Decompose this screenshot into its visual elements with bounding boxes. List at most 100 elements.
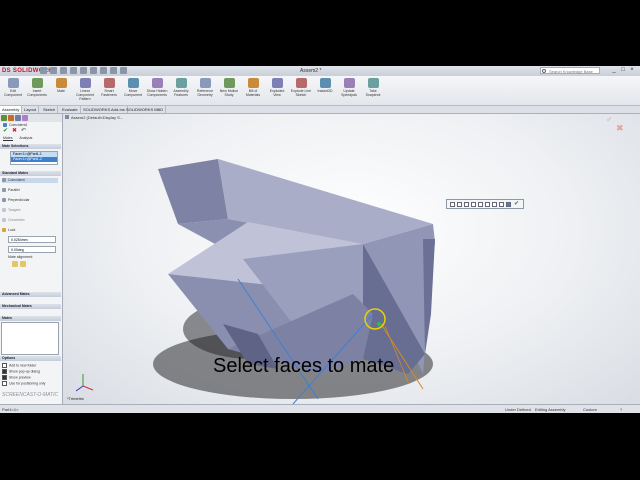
options-header[interactable]: Options — [0, 356, 61, 361]
tab-mbd[interactable]: SOLIDWORKS MBD — [124, 106, 167, 113]
ribbon-button[interactable]: Explode Line Sketch — [290, 78, 312, 104]
ribbon-button-label: Take Snapshot — [365, 89, 381, 97]
ribbon-button[interactable]: Exploded View — [266, 78, 288, 104]
rebuild-icon[interactable] — [110, 67, 117, 74]
option-positioning-only[interactable]: Use for positioning only — [2, 381, 45, 386]
tab-addins[interactable]: SOLIDWORKS Add-Ins — [81, 106, 128, 113]
parallel-popup-icon[interactable] — [457, 202, 462, 207]
help-icon[interactable]: ? — [620, 406, 622, 413]
ribbon-button[interactable]: Mate — [50, 78, 72, 104]
tab-sketch[interactable]: Sketch — [41, 106, 59, 113]
appearance-manager-icon[interactable] — [22, 115, 28, 121]
tangent-popup-icon[interactable] — [471, 202, 476, 207]
app-logo[interactable]: DS SOLIDWORKS — [2, 67, 57, 75]
anti-aligned-icon[interactable] — [20, 261, 26, 267]
coincident-popup-icon[interactable] — [450, 202, 455, 207]
select-icon[interactable] — [100, 67, 107, 74]
angle-input[interactable]: 0.00deg — [8, 246, 56, 253]
ribbon-button[interactable]: New Motion Study — [218, 78, 240, 104]
ribbon-button[interactable]: Reference Geometry — [194, 78, 216, 104]
property-manager-icon[interactable] — [8, 115, 14, 121]
tab-layout[interactable]: Layout — [22, 106, 40, 113]
angle-popup-icon[interactable] — [499, 202, 504, 207]
recorder-watermark: SCREENCAST-O-MATIC — [2, 392, 59, 398]
ribbon-button[interactable]: Show Hidden Components — [146, 78, 168, 104]
cancel-x-icon[interactable]: ✖ — [12, 128, 17, 134]
undo-arrow-icon[interactable]: ↶ — [21, 128, 26, 134]
triad-z-axis — [75, 385, 84, 392]
ribbon-button[interactable]: Bill of Materials — [242, 78, 264, 104]
view-orientation-label: *Trimetric — [67, 396, 84, 401]
lock-popup-icon[interactable] — [485, 202, 490, 207]
distance-input[interactable]: 0.0254mm — [8, 236, 56, 243]
ribbon-button[interactable]: Instant3D — [314, 78, 336, 104]
advanced-mates-header[interactable]: Advanced Mates — [0, 292, 61, 297]
part-face[interactable] — [158, 159, 228, 224]
mate-option-concentric[interactable]: Concentric — [2, 218, 25, 223]
save-icon[interactable] — [70, 67, 77, 74]
aligned-icon[interactable] — [12, 261, 18, 267]
standard-mates-header[interactable]: Standard Mates — [0, 171, 61, 176]
open-file-icon[interactable] — [60, 67, 67, 74]
ribbon-button[interactable]: Assembly Features — [170, 78, 192, 104]
option-add-to-folder[interactable]: Add to new folder — [2, 363, 36, 368]
distance-popup-icon[interactable] — [492, 202, 497, 207]
checkbox[interactable] — [2, 363, 7, 368]
option-show-popup[interactable]: Show pop-up dialog — [2, 369, 40, 374]
status-bar: Part1<1> Under Defined Editing Assembly … — [0, 404, 640, 413]
ribbon-button[interactable]: Smart Fasteners — [98, 78, 120, 104]
perpendicular-popup-icon[interactable] — [464, 202, 469, 207]
ribbon-button[interactable]: Update Speedpak — [338, 78, 360, 104]
home-icon[interactable] — [40, 67, 47, 74]
configuration-manager-icon[interactable] — [15, 115, 21, 121]
mates-list[interactable] — [1, 322, 59, 355]
selection-item[interactable]: Face<1>@Part1-2 — [11, 157, 57, 162]
part-face[interactable] — [423, 239, 435, 354]
mate-option-perpendicular[interactable]: Perpendicular — [2, 198, 30, 203]
mate-option-tangent[interactable]: Tangent — [2, 208, 20, 213]
minimize-button[interactable]: _ — [610, 67, 618, 74]
subtab-mates[interactable]: Mates — [3, 136, 13, 141]
concentric-popup-icon[interactable] — [478, 202, 483, 207]
mate-option-parallel[interactable]: Parallel — [2, 188, 20, 193]
mate-selections-header[interactable]: Mate Selections — [0, 144, 61, 149]
ribbon-button-label: Assembly Features — [173, 89, 189, 97]
reference-geometry-icon — [199, 78, 211, 88]
ok-check-icon[interactable]: ✔ — [3, 128, 8, 134]
status-units[interactable]: Custom — [583, 406, 597, 413]
mate-property-manager: Coincident1 ✔ ✖ ↶ Mates Analysis Mate Se… — [0, 114, 63, 404]
option-label: Show preview — [9, 375, 31, 380]
print-icon[interactable] — [80, 67, 87, 74]
ribbon-button[interactable]: Take Snapshot — [362, 78, 384, 104]
subtab-analysis[interactable]: Analysis — [19, 136, 32, 140]
undo-icon[interactable] — [90, 67, 97, 74]
knowledge-base-search-input[interactable]: Search Knowledge Base — [540, 67, 600, 74]
mate-option-coincident[interactable]: Coincident — [2, 178, 58, 183]
mate-option-label: Parallel — [8, 188, 20, 192]
option-label: Use for positioning only — [9, 381, 46, 386]
mate-selections-list[interactable]: Face<1>@Part1-1 Face<1>@Part1-2 — [10, 151, 58, 165]
new-file-icon[interactable] — [50, 67, 57, 74]
close-button[interactable]: × — [628, 67, 636, 74]
ribbon-button[interactable]: Move Component — [122, 78, 144, 104]
feature-manager-icon[interactable] — [1, 115, 7, 121]
ribbon-button[interactable]: Edit Component — [2, 78, 24, 104]
ribbon-button[interactable]: Insert Components — [26, 78, 48, 104]
ribbon-button-label: Insert Components — [27, 89, 47, 97]
checkbox[interactable] — [2, 381, 7, 386]
mates-header[interactable]: Mates — [0, 316, 61, 321]
mate-option-lock[interactable]: Lock — [2, 228, 15, 233]
checkbox-checked[interactable] — [2, 369, 7, 374]
maximize-button[interactable]: □ — [619, 67, 627, 74]
tab-assembly[interactable]: Assembly — [0, 106, 23, 113]
panel-title: Coincident1 — [9, 123, 28, 127]
tab-evaluate[interactable]: Evaluate — [60, 106, 81, 113]
ribbon-button[interactable]: Linear Component Pattern — [74, 78, 96, 104]
flip-alignment-icon[interactable] — [506, 202, 511, 207]
popup-ok-check-icon[interactable]: ✔ — [514, 201, 519, 207]
mechanical-mates-header[interactable]: Mechanical Mates — [0, 304, 61, 309]
graphics-area[interactable]: Assem2 (Default<Display S... ✔ ✖ ✔ Selec… — [63, 114, 640, 404]
checkbox-checked[interactable] — [2, 375, 7, 380]
options-gear-icon[interactable] — [120, 67, 127, 74]
option-show-preview[interactable]: Show preview — [2, 375, 31, 380]
